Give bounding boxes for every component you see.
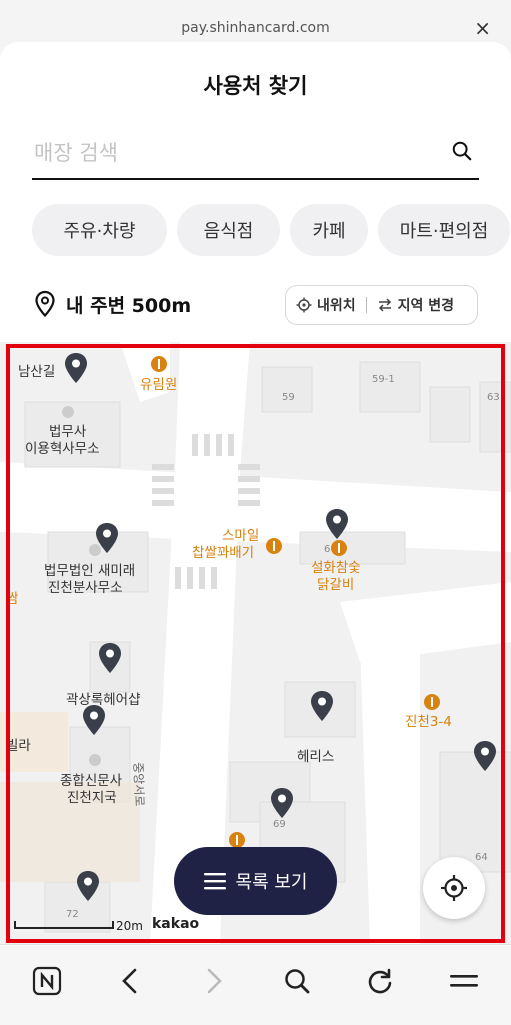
building-number: 6 [324,544,331,555]
building-number: 72 [66,909,79,920]
poi-label-smile-2[interactable]: 찹쌀꽈배기 [192,545,254,562]
building-number: 59 [282,392,295,403]
poi-label-seolhwa-2[interactable]: 닭갈비 [317,577,354,594]
menu-icon [203,873,226,890]
search-bar [32,130,479,180]
poi-label-jonghap-2[interactable]: 진천지국 [67,790,117,807]
poi-label-jonghap-1[interactable]: 종합신문사 [60,773,122,790]
chip-fuel-car[interactable]: 주유·차량 [32,204,167,256]
my-location-button[interactable]: 내위치 [286,295,366,315]
map-pin-icon[interactable] [75,870,101,902]
restaurant-icon [229,832,245,848]
hamburger-icon [450,975,478,987]
list-view-button[interactable]: 목록 보기 [174,847,337,915]
crosshair-icon [441,875,467,901]
map-pin-icon[interactable] [63,352,89,384]
poi-label-bubmusa-1[interactable]: 법무사 [49,424,86,441]
poi-label-lawfirm-2[interactable]: 진천분사무소 [48,580,123,597]
search-input[interactable] [32,134,436,172]
browser-bottom-bar [0,944,511,1025]
swap-icon [378,298,391,312]
menu-button[interactable] [446,963,482,999]
restaurant-icon [424,694,440,710]
category-chips: 주유·차량 음식점 카페 마트·편의점 [32,204,510,256]
naver-icon [32,966,62,996]
road-label: 중앙서로 [131,762,147,807]
change-region-button[interactable]: 지역 변경 [367,295,464,315]
building-number: 63 [487,392,500,403]
poi-label-lawfirm-1[interactable]: 법무법인 새미래 [44,563,135,580]
forward-icon [207,968,222,994]
nearby-label: 내 주변 500m [66,294,192,317]
restaurant-icon [151,356,167,372]
naver-home-button[interactable] [29,963,65,999]
poi-label-ssam[interactable]: 쌈 [6,591,18,608]
location-pin-icon [35,290,55,318]
back-icon [122,968,137,994]
poi-label-yurimwon[interactable]: 유림원 [140,377,177,394]
my-location-label: 내위치 [317,298,356,314]
change-region-label: 지역 변경 [397,298,455,314]
map-pin-icon[interactable] [81,704,107,736]
restaurant-icon [266,538,282,554]
chip-restaurant[interactable]: 음식점 [177,204,280,256]
map-pin-icon[interactable] [269,787,295,819]
map-pin-icon[interactable] [324,508,350,540]
nearby-indicator: 내 주변 500m [34,290,191,318]
crosshair-icon [296,297,312,313]
map-pin-icon[interactable] [472,740,498,772]
poi-label-smile-1[interactable]: 스마일 [222,528,259,545]
map-pin-icon[interactable] [97,642,123,674]
restaurant-icon [331,540,347,556]
search-button[interactable] [279,963,315,999]
chip-mart[interactable]: 마트·편의점 [378,204,510,256]
map-pin-icon[interactable] [94,522,120,554]
page-title: 사용처 찾기 [203,74,308,98]
poi-label-bubmusa-2[interactable]: 이용혁사무소 [25,441,100,458]
url-text: pay.shinhancard.com [181,20,330,36]
kakao-logo: kakao [152,916,200,932]
back-button[interactable] [112,963,148,999]
poi-label-heris[interactable]: 헤리스 [297,749,334,766]
refresh-button[interactable] [362,963,398,999]
forward-button[interactable] [196,963,232,999]
building-number: 59-1 [372,374,395,385]
search-icon[interactable] [451,140,473,162]
map-label-namsan: 남산길 [18,364,56,380]
scale-bar [14,921,114,929]
list-view-label: 목록 보기 [235,872,308,893]
building-number: 64 [475,852,488,863]
building-number: 69 [273,819,286,830]
current-location-button[interactable] [423,857,485,919]
poi-label-jincheon[interactable]: 진천3-4 [405,714,452,731]
scale-label: 20m [116,919,143,933]
refresh-icon [368,968,392,994]
search-icon [285,969,310,994]
map-label-villa: 빌라 [6,738,31,754]
close-icon[interactable]: × [474,16,491,40]
location-controls: 내위치 지역 변경 [285,285,478,325]
chip-cafe[interactable]: 카페 [290,204,368,256]
poi-label-seolhwa-1[interactable]: 설화참숯 [311,560,361,577]
search-sheet: 사용처 찾기 주유·차량 음식점 카페 마트·편의점 내 주변 500m [0,42,511,342]
map-pin-icon[interactable] [309,690,335,722]
